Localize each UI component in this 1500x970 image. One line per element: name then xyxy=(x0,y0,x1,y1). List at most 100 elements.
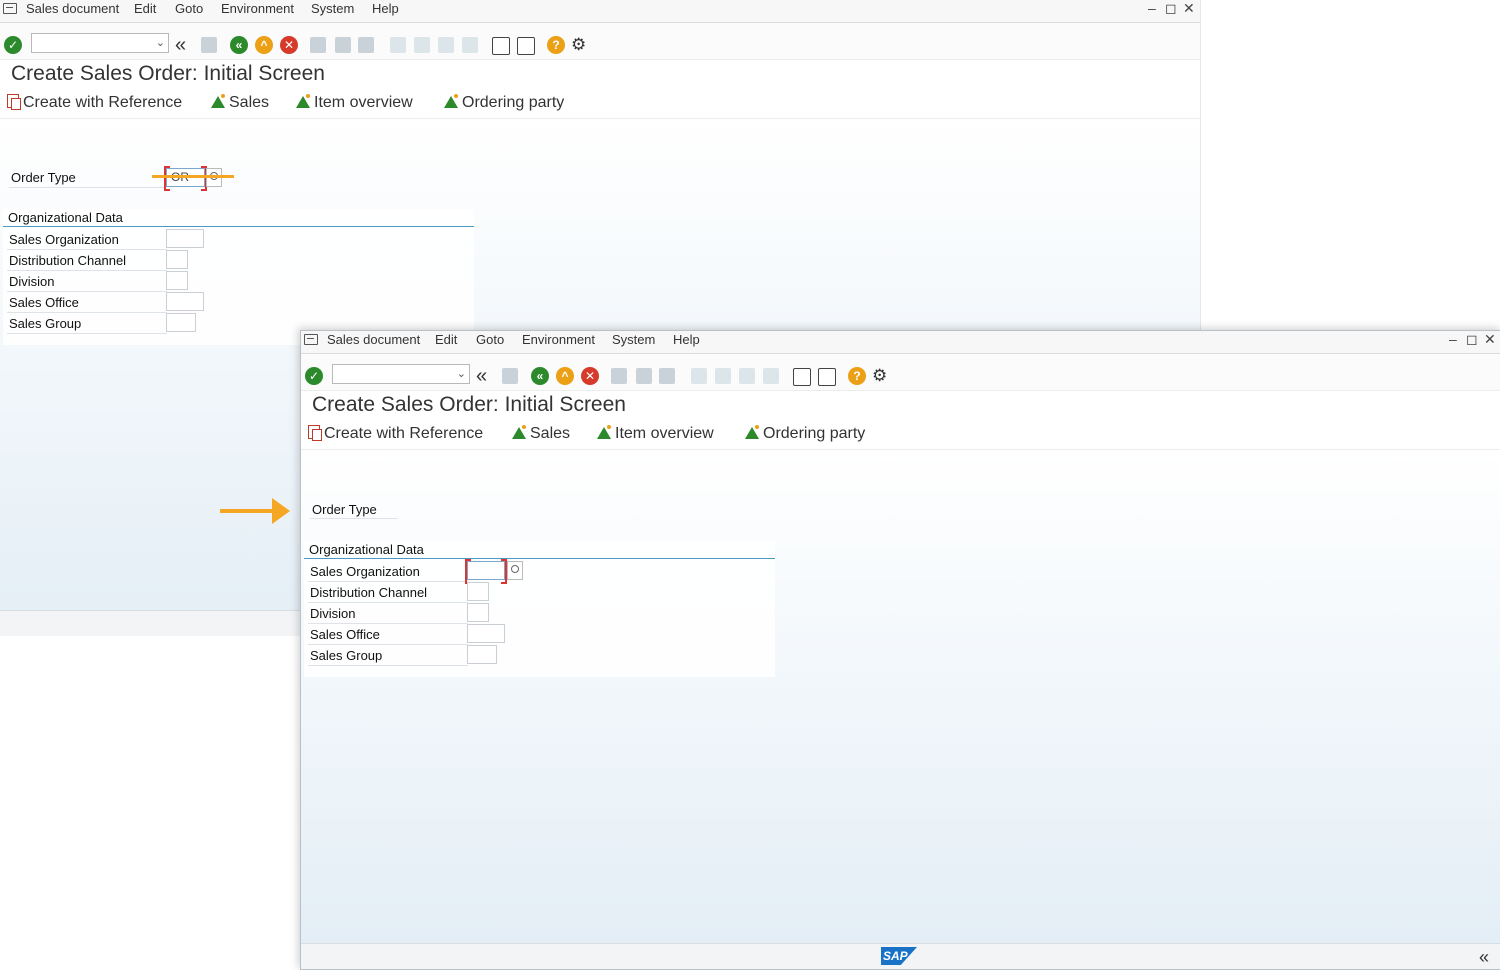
ordering-party-button[interactable]: Ordering party xyxy=(745,425,865,443)
menu-sales-document[interactable]: Sales document xyxy=(327,331,420,348)
shortcut-icon[interactable] xyxy=(517,37,535,55)
close-icon[interactable]: ✕ xyxy=(1484,331,1496,348)
overview-icon xyxy=(211,94,225,108)
group-title: Organizational Data xyxy=(8,210,123,225)
menu-icon[interactable] xyxy=(304,334,318,345)
restore-icon[interactable]: ◻ xyxy=(1165,0,1177,17)
last-page-icon[interactable] xyxy=(462,37,478,53)
search-help-icon[interactable] xyxy=(507,561,523,580)
menu-environment[interactable]: Environment xyxy=(221,0,294,17)
find-next-icon[interactable] xyxy=(358,37,374,53)
menu-edit[interactable]: Edit xyxy=(435,331,457,348)
sales-organization-field[interactable] xyxy=(166,229,204,248)
menu-help[interactable]: Help xyxy=(372,0,399,17)
menu-environment[interactable]: Environment xyxy=(522,331,595,348)
previous-page-icon[interactable] xyxy=(414,37,430,53)
ordering-party-label: Ordering party xyxy=(763,425,866,442)
menu-sales-document[interactable]: Sales document xyxy=(26,0,119,17)
overview-icon xyxy=(296,94,310,108)
sales-button[interactable]: Sales xyxy=(211,94,269,112)
exit-icon[interactable]: ^ xyxy=(255,36,273,54)
menu-system[interactable]: System xyxy=(311,0,354,17)
sales-organization-field[interactable] xyxy=(465,559,507,584)
back-icon[interactable]: « xyxy=(476,366,487,386)
help-icon[interactable]: ? xyxy=(848,367,866,385)
distribution-channel-label: Distribution Channel xyxy=(9,253,127,268)
label-underline xyxy=(7,312,167,313)
first-page-icon[interactable] xyxy=(691,368,707,384)
next-page-icon[interactable] xyxy=(438,37,454,53)
menu-edit[interactable]: Edit xyxy=(134,0,156,17)
print-icon[interactable] xyxy=(310,37,326,53)
create-session-icon[interactable] xyxy=(793,368,811,386)
label-underline xyxy=(7,333,167,334)
division-field[interactable] xyxy=(467,603,489,622)
last-page-icon[interactable] xyxy=(763,368,779,384)
item-overview-button[interactable]: Item overview xyxy=(296,94,413,112)
customize-icon[interactable]: ⚙ xyxy=(872,367,887,385)
cancel-icon[interactable]: ✕ xyxy=(581,367,599,385)
save-icon[interactable] xyxy=(502,368,518,384)
distribution-channel-field[interactable] xyxy=(467,582,489,601)
enter-icon[interactable]: ✓ xyxy=(4,36,22,54)
sales-group-label: Sales Group xyxy=(9,316,82,331)
sales-button[interactable]: Sales xyxy=(512,425,570,443)
create-with-reference-button[interactable]: Create with Reference xyxy=(7,94,182,112)
menu-help[interactable]: Help xyxy=(673,331,700,348)
chevron-down-icon[interactable]: ⌄ xyxy=(156,34,165,52)
menu-system[interactable]: System xyxy=(612,331,655,348)
item-overview-button[interactable]: Item overview xyxy=(597,425,714,443)
item-overview-label: Item overview xyxy=(615,425,714,442)
first-page-icon[interactable] xyxy=(390,37,406,53)
customize-icon[interactable]: ⚙ xyxy=(571,36,586,54)
menu-goto[interactable]: Goto xyxy=(476,331,504,348)
page-title: Create Sales Order: Initial Screen xyxy=(11,62,325,85)
sales-group-field[interactable] xyxy=(467,645,497,664)
overview-icon xyxy=(444,94,458,108)
minimize-icon[interactable]: – xyxy=(1148,0,1156,17)
find-next-icon[interactable] xyxy=(659,368,675,384)
collapse-status-icon[interactable]: « xyxy=(1479,947,1489,968)
sales-office-label: Sales Office xyxy=(9,295,79,310)
help-icon[interactable]: ? xyxy=(547,36,565,54)
find-icon[interactable] xyxy=(335,37,351,53)
menu-goto[interactable]: Goto xyxy=(175,0,203,17)
application-toolbar: Create with Reference Sales Item overvie… xyxy=(301,419,1500,450)
distribution-channel-field[interactable] xyxy=(166,250,188,269)
page-title: Create Sales Order: Initial Screen xyxy=(312,393,626,416)
restore-icon[interactable]: ◻ xyxy=(1466,331,1478,348)
chevron-down-icon[interactable]: ⌄ xyxy=(457,365,466,383)
sales-office-field[interactable] xyxy=(467,624,505,643)
print-icon[interactable] xyxy=(611,368,627,384)
organizational-data-group: Organizational Data Sales Organization D… xyxy=(304,541,775,677)
arrow-right-icon xyxy=(272,498,290,524)
back-green-icon[interactable]: « xyxy=(230,36,248,54)
ordering-party-button[interactable]: Ordering party xyxy=(444,94,564,112)
menu-bar: Sales document Edit Goto Environment Sys… xyxy=(301,331,1500,354)
command-field[interactable]: ⌄ xyxy=(31,33,169,53)
command-field[interactable]: ⌄ xyxy=(332,364,470,384)
menu-icon[interactable] xyxy=(3,3,17,14)
shortcut-icon[interactable] xyxy=(818,368,836,386)
sales-office-field[interactable] xyxy=(166,292,204,311)
enter-icon[interactable]: ✓ xyxy=(305,367,323,385)
ordering-party-label: Ordering party xyxy=(462,94,565,111)
exit-icon[interactable]: ^ xyxy=(556,367,574,385)
sales-group-label: Sales Group xyxy=(310,648,383,663)
close-icon[interactable]: ✕ xyxy=(1183,0,1195,17)
save-icon[interactable] xyxy=(201,37,217,53)
order-type-label: Order Type xyxy=(312,502,377,517)
cancel-icon[interactable]: ✕ xyxy=(280,36,298,54)
minimize-icon[interactable]: – xyxy=(1449,331,1457,348)
sap-logo: SAP xyxy=(881,947,917,965)
previous-page-icon[interactable] xyxy=(715,368,731,384)
create-with-reference-button[interactable]: Create with Reference xyxy=(308,425,483,443)
overview-icon xyxy=(512,425,526,439)
division-field[interactable] xyxy=(166,271,188,290)
create-session-icon[interactable] xyxy=(492,37,510,55)
sales-group-field[interactable] xyxy=(166,313,196,332)
back-icon[interactable]: « xyxy=(175,35,186,55)
back-green-icon[interactable]: « xyxy=(531,367,549,385)
next-page-icon[interactable] xyxy=(739,368,755,384)
find-icon[interactable] xyxy=(636,368,652,384)
